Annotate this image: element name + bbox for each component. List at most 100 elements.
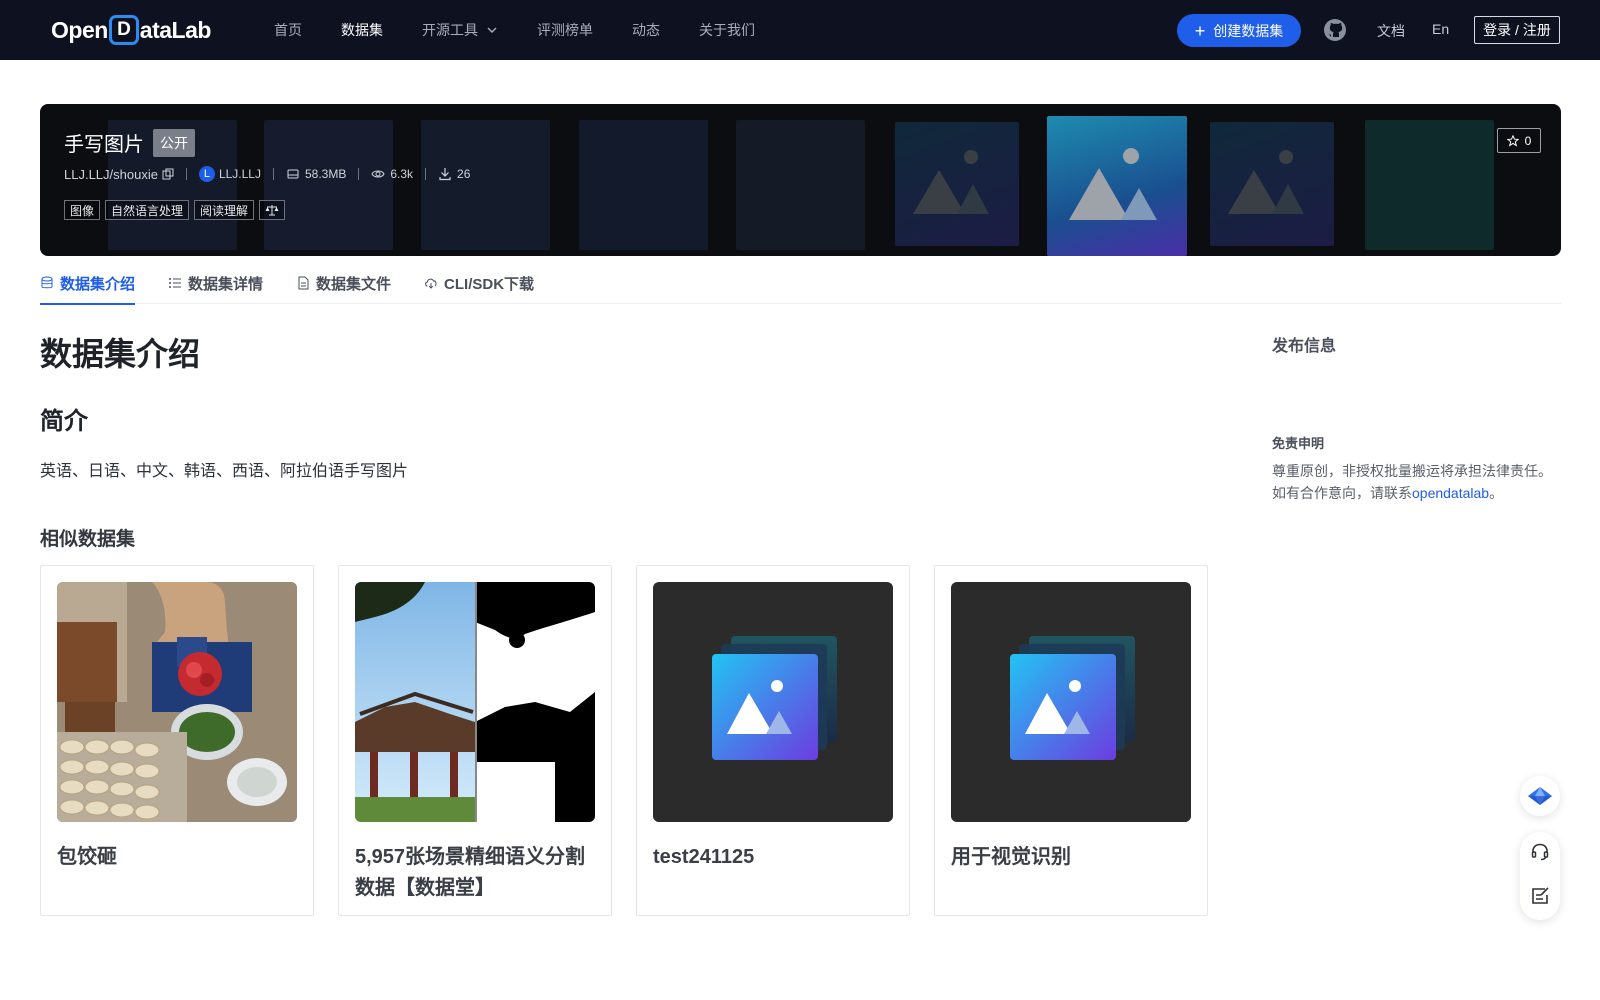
dataset-banner: 手写图片 公开 LLJ.LLJ/shouxie L LLJ.LLJ 58.3MB…: [40, 104, 1561, 256]
owner-name[interactable]: LLJ.LLJ: [219, 167, 261, 181]
tag-nlp[interactable]: 自然语言处理: [105, 200, 190, 220]
segmentation-photo: [355, 582, 595, 822]
disclaimer-text: 尊重原创，非授权批量搬运将承担法律责任。 如有合作意向，请联系opendatal…: [1272, 460, 1562, 504]
license-tag[interactable]: [259, 200, 286, 220]
divider: [185, 168, 187, 180]
page-heading: 数据集介绍: [40, 336, 201, 372]
nav-open-source-tools-label: 开源工具: [422, 22, 478, 38]
feedback-edit-icon[interactable]: [1530, 886, 1550, 906]
banner-placeholder-tile-active: [1047, 116, 1187, 256]
view-count: 6.3k: [390, 167, 414, 181]
star-button[interactable]: 0: [1497, 128, 1541, 153]
main-nav: 首页 数据集 开源工具 评测榜单 动态 关于我们: [274, 0, 794, 60]
headset-support-icon[interactable]: [1530, 842, 1550, 862]
dataset-card[interactable]: 用于视觉识别: [934, 565, 1208, 916]
banner-preview-tile: [421, 120, 550, 250]
dataset-repo-path: LLJ.LLJ/shouxie: [64, 166, 158, 182]
section-heading-intro: 简介: [40, 408, 88, 435]
tab-dataset-files[interactable]: 数据集文件: [296, 262, 391, 304]
intro-text: 英语、日语、中文、韩语、西语、阿拉伯语手写图片: [40, 463, 409, 480]
download-count: 26: [457, 167, 471, 181]
create-dataset-button[interactable]: + 创建数据集: [1177, 14, 1301, 47]
divider: [425, 168, 427, 180]
github-icon[interactable]: [1323, 18, 1347, 42]
nav-news[interactable]: 动态: [632, 20, 660, 40]
dataset-card-image: [653, 582, 893, 822]
cloud-download-icon: [425, 278, 437, 289]
nav-datasets[interactable]: 数据集: [341, 20, 383, 40]
banner-preview-tile: [264, 120, 393, 250]
dataset-title: 手写图片: [64, 134, 144, 156]
tab-cli-sdk-download[interactable]: CLI/SDK下载: [424, 262, 534, 304]
image-placeholder-icon: [1228, 150, 1304, 214]
opendatalab-logo[interactable]: Open DataLab: [51, 14, 211, 46]
diamond-logo-icon: [1528, 787, 1552, 805]
disclaimer-suffix: 。: [1489, 485, 1504, 501]
login-register-button[interactable]: 登录 / 注册: [1474, 16, 1560, 44]
tab-dataset-details[interactable]: 数据集详情: [168, 262, 263, 304]
dataset-size: 58.3MB: [304, 167, 347, 181]
copy-icon[interactable]: [162, 168, 174, 180]
banner-preview-tile: [736, 120, 865, 250]
dataset-card-title: 用于视觉识别: [951, 846, 1071, 868]
tab-label: 数据集详情: [188, 275, 264, 293]
create-dataset-label: 创建数据集: [1213, 22, 1284, 39]
disclaimer-heading: 免责申明: [1272, 436, 1325, 451]
assistant-button[interactable]: [1520, 776, 1560, 816]
tag-image[interactable]: 图像: [64, 200, 101, 220]
dataset-card[interactable]: test241125: [636, 565, 910, 916]
disclaimer-line-2: 如有合作意向，请联系opendatalab。: [1272, 482, 1562, 504]
image-placeholder-icon: [913, 150, 989, 214]
nav-home[interactable]: 首页: [274, 20, 302, 40]
image-placeholder-icon: [1010, 636, 1135, 760]
dataset-tabs: 数据集介绍 数据集详情 数据集文件 CLI/SDK下载: [40, 262, 1561, 305]
star-icon: [1506, 134, 1519, 147]
scale-icon: [265, 205, 279, 216]
logo-text-left: Open: [51, 16, 108, 43]
tab-label: 数据集介绍: [60, 275, 136, 293]
publish-info-heading: 发布信息: [1272, 338, 1337, 355]
plus-icon: +: [1194, 20, 1206, 41]
dataset-meta-row: LLJ.LLJ/shouxie L LLJ.LLJ 58.3MB 6.3k 26: [64, 166, 470, 182]
banner-preview-tile: [1365, 120, 1494, 250]
star-count: 0: [1524, 133, 1532, 148]
eye-icon: [371, 170, 385, 178]
image-placeholder-icon: [1069, 148, 1157, 220]
disclaimer-line-1: 尊重原创，非授权批量搬运将承担法律责任。: [1272, 463, 1552, 479]
banner-placeholder-tile: [895, 122, 1019, 246]
dataset-card[interactable]: 包饺砸: [40, 565, 314, 916]
database-icon: [41, 276, 53, 289]
tab-label: CLI/SDK下载: [444, 275, 535, 293]
visibility-badge: 公开: [153, 128, 195, 157]
nav-about[interactable]: 关于我们: [699, 20, 755, 40]
dumplings-photo: [57, 582, 297, 822]
dataset-title-row: 手写图片 公开: [64, 128, 195, 157]
logo-text-right: ataLab: [139, 16, 212, 43]
docs-link[interactable]: 文档: [1377, 21, 1405, 41]
chevron-down-icon: [487, 27, 497, 33]
nav-open-source-tools[interactable]: 开源工具: [422, 20, 498, 40]
opendatalab-contact-link[interactable]: opendatalab: [1412, 485, 1489, 501]
dataset-card-title: test241125: [653, 846, 755, 868]
top-header: Open DataLab 首页 数据集 开源工具 评测榜单 动态 关于我们 + 创…: [0, 0, 1600, 60]
tab-label: 数据集文件: [316, 275, 392, 293]
list-icon: [169, 278, 182, 288]
divider: [272, 168, 274, 180]
tab-dataset-intro[interactable]: 数据集介绍: [40, 262, 136, 305]
similar-datasets-heading: 相似数据集: [40, 529, 136, 550]
banner-placeholder-tile: [1210, 122, 1334, 246]
storage-icon: [287, 169, 299, 179]
floating-tools: [1520, 832, 1560, 920]
dataset-card-image: [951, 582, 1191, 822]
divider: [358, 168, 360, 180]
language-switch[interactable]: En: [1432, 21, 1449, 37]
download-icon: [439, 168, 451, 181]
owner-avatar: L: [198, 166, 215, 182]
dataset-card-title: 5,957张场景精细语义分割数据【数据堂】: [355, 846, 586, 899]
dataset-card[interactable]: 5,957张场景精细语义分割数据【数据堂】: [338, 565, 612, 916]
dataset-card-image: [57, 582, 297, 822]
dataset-card-title: 包饺砸: [57, 846, 117, 868]
nav-leaderboard[interactable]: 评测榜单: [537, 20, 593, 40]
disclaimer-contact-prefix: 如有合作意向，请联系: [1272, 485, 1412, 501]
tag-reading-comprehension[interactable]: 阅读理解: [194, 200, 255, 220]
